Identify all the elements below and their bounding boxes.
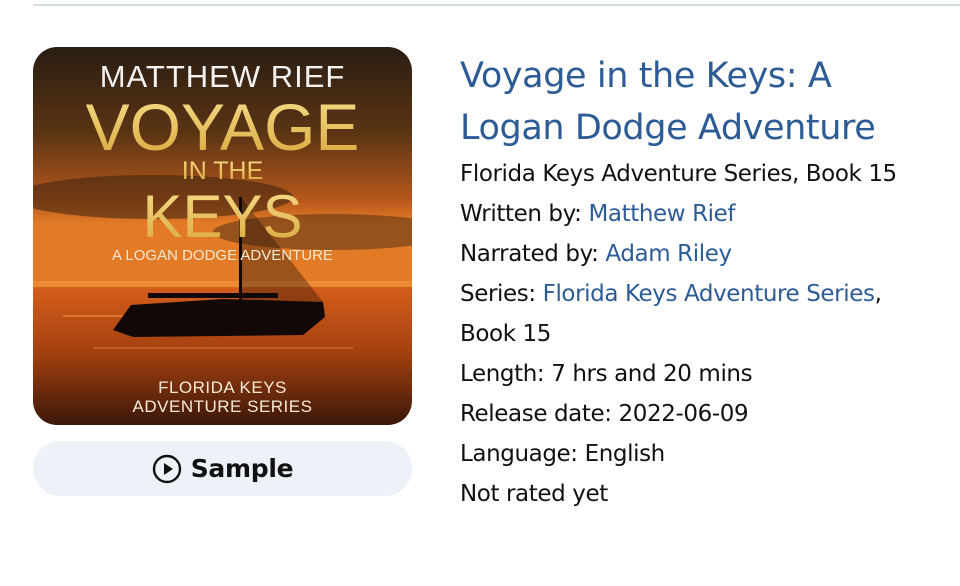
release-date-value: 2022-06-09 [618,401,749,427]
series-book-number: Book 15 [460,321,552,347]
cover-title-voyage: VOYAGE [86,90,360,164]
book-subtitle: Florida Keys Adventure Series, Book 15 [460,161,897,187]
cover-series-line1: FLORIDA KEYS [158,378,287,397]
series-comma: , [874,281,882,307]
cover-title-keys: KEYS [142,183,302,250]
book-details: Voyage in the Keys: A Logan Dodge Advent… [460,50,940,514]
sample-button[interactable]: Sample [33,441,412,496]
language-value: English [584,441,666,467]
length-value: 7 hrs and 20 mins [551,361,753,387]
author-link[interactable]: Matthew Rief [588,201,735,227]
release-date-row: Release date: 2022-06-09 [460,394,940,434]
language-label: Language: [460,441,578,467]
length-row: Length: 7 hrs and 20 mins [460,354,940,394]
written-by-label: Written by: [460,201,582,227]
cover-series-line2: ADVENTURE SERIES [133,397,313,416]
series-label: Series: [460,281,536,307]
language-row: Language: English [460,434,940,474]
length-label: Length: [460,361,545,387]
series-link[interactable]: Florida Keys Adventure Series [543,281,875,307]
rating-status: Not rated yet [460,481,608,507]
cover-title-in-the: IN THE [182,157,264,185]
sample-button-label: Sample [190,454,294,483]
cover-tagline: A LOGAN DODGE ADVENTURE [112,247,333,264]
narrator-link[interactable]: Adam Riley [605,241,732,267]
top-divider [33,4,960,6]
cover-art[interactable]: MATTHEW RIEF VOYAGE IN THE KEYS A LOGAN … [33,47,412,425]
book-title-link[interactable]: Voyage in the Keys: A Logan Dodge Advent… [460,56,876,148]
series-row: Series: Florida Keys Adventure Series, [460,274,940,314]
narrated-by-label: Narrated by: [460,241,599,267]
release-date-label: Release date: [460,401,612,427]
written-by-row: Written by: Matthew Rief [460,194,940,234]
play-circle-icon [152,454,181,483]
narrated-by-row: Narrated by: Adam Riley [460,234,940,274]
cover-author: MATTHEW RIEF [100,59,346,94]
